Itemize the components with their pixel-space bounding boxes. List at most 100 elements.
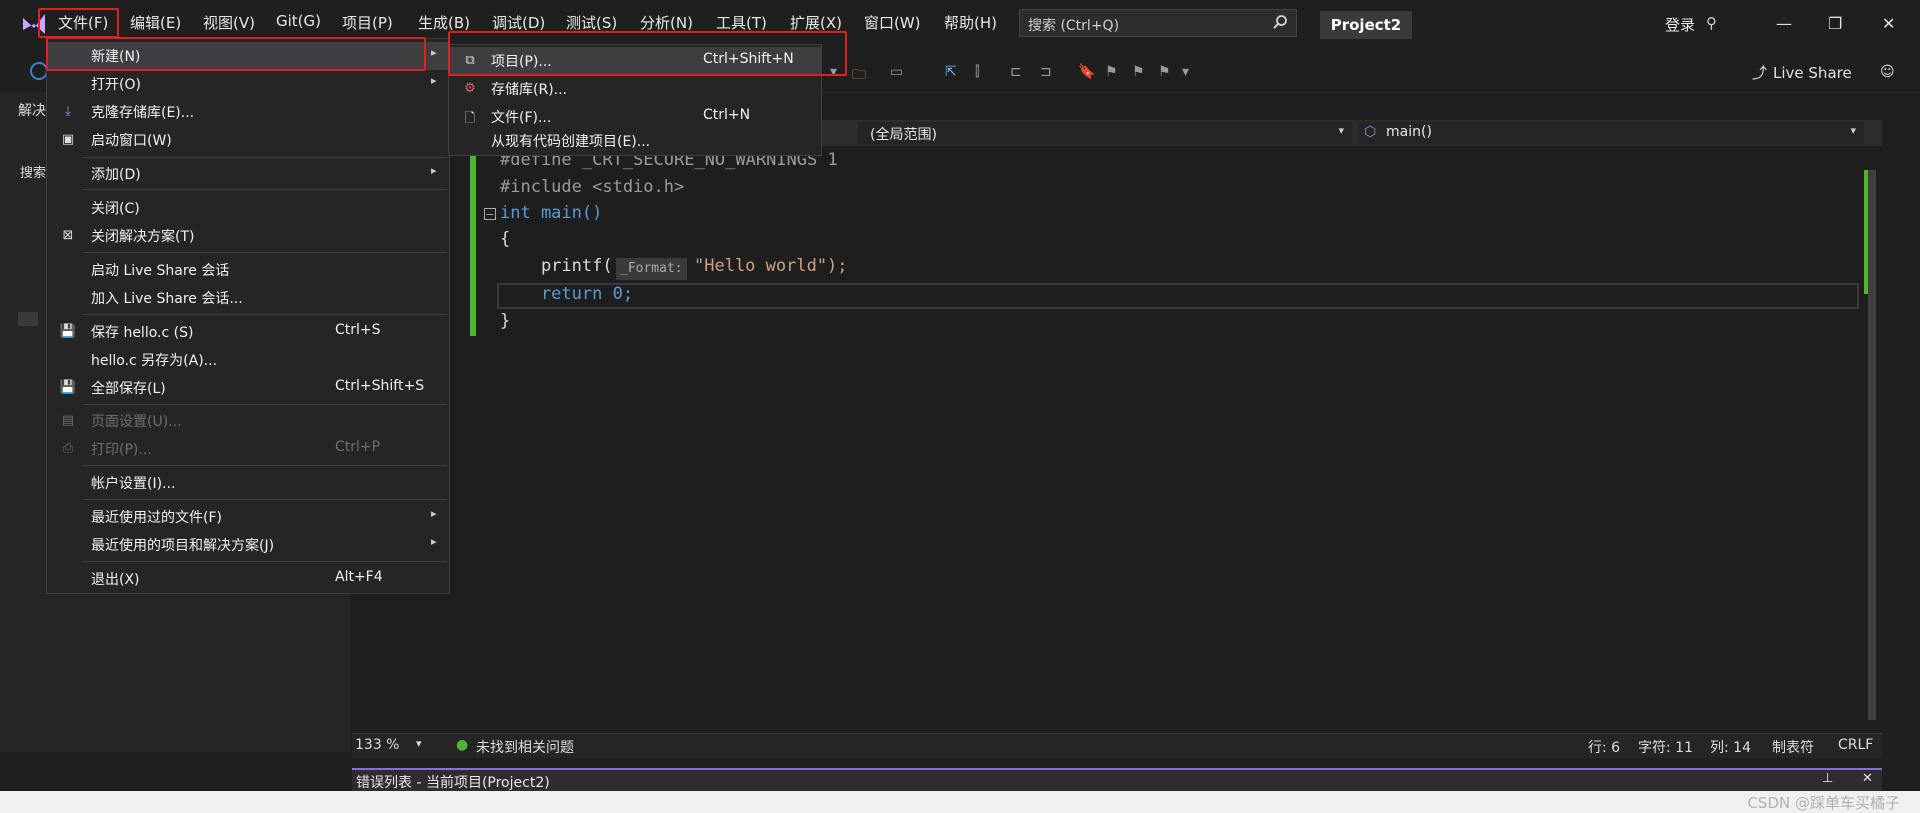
collapse-icon[interactable]: −: [484, 208, 496, 220]
vertical-scrollbar[interactable]: [1864, 146, 1882, 726]
menu-edit[interactable]: 编辑(E): [130, 12, 181, 33]
menu-item-label: 最近使用过的文件(F): [91, 510, 222, 526]
menu-item-close[interactable]: 关闭(C): [47, 194, 449, 222]
uncomment-icon[interactable]: ⊐: [1040, 64, 1056, 80]
scope-dropdown[interactable]: (全局范围) ▾: [858, 122, 1352, 144]
search-placeholder: 搜索 (Ctrl+Q): [1028, 18, 1120, 34]
menu-separator: [83, 189, 447, 190]
tabs-indicator[interactable]: 制表符: [1772, 737, 1814, 757]
column-number: 列: 14: [1710, 740, 1751, 756]
menu-item-save-as[interactable]: hello.c 另存为(A)...: [47, 346, 449, 374]
close-panel-icon[interactable]: ✕: [1862, 771, 1873, 786]
menu-item-open[interactable]: 打开(O) ▸: [47, 70, 449, 98]
menu-test[interactable]: 测试(S): [566, 12, 617, 33]
close-icon[interactable]: ✕: [1882, 14, 1895, 33]
menu-debug[interactable]: 调试(D): [492, 12, 545, 33]
chevron-down-icon: ▾: [1338, 124, 1344, 137]
menu-item-add[interactable]: 添加(D) ▸: [47, 160, 449, 188]
function-dropdown[interactable]: ⬡ main() ▾: [1358, 122, 1864, 144]
restore-icon[interactable]: ❐: [1828, 14, 1842, 33]
menu-item-account-settings[interactable]: 帐户设置(I)...: [47, 469, 449, 497]
account-icon[interactable]: ⚲: [1706, 14, 1717, 32]
error-list-panel[interactable]: 错误列表 - 当前项目(Project2) ⊥ ✕: [352, 768, 1882, 792]
editor-status-bar: 133 % ▾ ● 未找到相关问题 行: 6 字符: 11 列: 14 制表符 …: [352, 733, 1882, 758]
menu-item-recent-projects[interactable]: 最近使用的项目和解决方案(J) ▸: [47, 531, 449, 559]
submenu-item-label: 从现有代码创建项目(E)...: [491, 134, 651, 150]
menu-item-save-all[interactable]: 💾 全部保存(L) Ctrl+Shift+S: [47, 374, 449, 402]
menu-item-clone[interactable]: ⤓ 克隆存储库(E)...: [47, 98, 449, 126]
annotation-box-new: [46, 37, 426, 71]
live-share-label: Live Share: [1773, 64, 1852, 82]
prev-bookmark-icon[interactable]: ⚑: [1105, 64, 1121, 80]
pin-icon[interactable]: ⊥: [1822, 771, 1833, 786]
annotation-box-project: [448, 31, 847, 76]
chevron-down-icon: ▾: [1850, 124, 1856, 137]
menu-separator: [83, 314, 447, 315]
menu-item-save[interactable]: 💾 保存 hello.c (S) Ctrl+S: [47, 318, 449, 346]
tree-selected-row[interactable]: [18, 312, 38, 326]
line-number: 行: 6: [1588, 740, 1621, 756]
align-icon[interactable]: ⫿: [975, 64, 991, 80]
select-icon[interactable]: ⇱: [945, 64, 961, 80]
search-icon: [1272, 14, 1288, 34]
zoom-level[interactable]: 133 %: [355, 737, 399, 753]
parameter-hint: _Format:: [616, 258, 687, 280]
feedback-icon[interactable]: ☺: [1880, 64, 1896, 80]
menu-item-label: 页面设置(U)...: [91, 414, 182, 430]
scrollbar-thumb[interactable]: [1868, 170, 1876, 720]
menu-help[interactable]: 帮助(H): [944, 12, 997, 33]
solution-search-label[interactable]: 搜索: [20, 162, 46, 181]
toolbar-overflow-icon[interactable]: ▾: [1182, 64, 1198, 80]
menu-item-join-live-share[interactable]: 加入 Live Share 会话...: [47, 284, 449, 312]
code-editor[interactable]: [352, 146, 1864, 726]
submenu-item-repository[interactable]: ⚙ 存储库(R)...: [449, 75, 821, 103]
menu-item-exit[interactable]: 退出(X) Alt+F4: [47, 565, 449, 593]
menu-item-label: 加入 Live Share 会话...: [91, 291, 243, 307]
menu-view[interactable]: 视图(V): [203, 12, 255, 33]
menu-item-label: 关闭解决方案(T): [91, 229, 195, 245]
menu-item-start-window[interactable]: ▣ 启动窗口(W): [47, 126, 449, 154]
menu-item-start-live-share[interactable]: 启动 Live Share 会话: [47, 256, 449, 284]
menu-project[interactable]: 项目(P): [342, 12, 393, 33]
menu-item-label: 退出(X): [91, 572, 140, 588]
line-ending[interactable]: CRLF: [1838, 737, 1873, 753]
find-in-files-icon[interactable]: 🗀: [852, 64, 868, 83]
next-bookmark-icon[interactable]: ⚑: [1132, 64, 1148, 80]
menu-analyze[interactable]: 分析(N): [640, 12, 693, 33]
clear-bookmarks-icon[interactable]: ⚑: [1158, 64, 1174, 80]
menu-item-label: 启动 Live Share 会话: [91, 263, 230, 279]
live-share-icon: ⤴: [1752, 64, 1768, 82]
menu-separator: [83, 157, 447, 158]
submenu-arrow-icon: ▸: [431, 164, 437, 177]
browser-icon[interactable]: ▭: [890, 64, 906, 80]
menu-item-label: hello.c 另存为(A)...: [91, 353, 218, 369]
comment-icon[interactable]: ⊏: [1010, 64, 1026, 80]
bookmark-icon[interactable]: 🔖: [1078, 64, 1095, 80]
zoom-dropdown-icon[interactable]: ▾: [416, 737, 422, 750]
menu-separator: [83, 465, 447, 466]
submenu-arrow-icon: ▸: [431, 74, 437, 87]
menu-item-label: 最近使用的项目和解决方案(J): [91, 538, 275, 554]
menu-item-recent-files[interactable]: 最近使用过的文件(F) ▸: [47, 503, 449, 531]
search-input[interactable]: 搜索 (Ctrl+Q): [1019, 9, 1297, 37]
menu-item-shortcut: Ctrl+P: [335, 439, 381, 455]
menu-separator: [83, 561, 447, 562]
issues-status[interactable]: 未找到相关问题: [476, 737, 574, 757]
minimize-icon[interactable]: —: [1776, 14, 1792, 33]
menu-item-label: 启动窗口(W): [91, 133, 172, 149]
function-label: main(): [1386, 124, 1432, 140]
error-list-title: 错误列表 - 当前项目(Project2): [356, 775, 550, 791]
solution-explorer-title: 解决: [18, 103, 46, 119]
menu-window[interactable]: 窗口(W): [864, 12, 921, 33]
scroll-change-marker: [1864, 170, 1868, 294]
menu-git[interactable]: Git(G): [276, 12, 321, 30]
window-bottom-bar: CSDN @踩单车买橘子: [0, 791, 1920, 813]
menu-tools[interactable]: 工具(T): [716, 12, 767, 33]
menu-build[interactable]: 生成(B): [418, 12, 470, 33]
code-line-7: }: [500, 311, 511, 331]
submenu-item-from-existing-code[interactable]: 从现有代码创建项目(E)...: [449, 127, 821, 155]
signin-link[interactable]: 登录: [1665, 14, 1695, 35]
menu-extensions[interactable]: 扩展(X): [790, 12, 842, 33]
live-share-button[interactable]: ⤴ Live Share: [1752, 62, 1852, 83]
menu-item-close-solution[interactable]: ⊠ 关闭解决方案(T): [47, 222, 449, 250]
